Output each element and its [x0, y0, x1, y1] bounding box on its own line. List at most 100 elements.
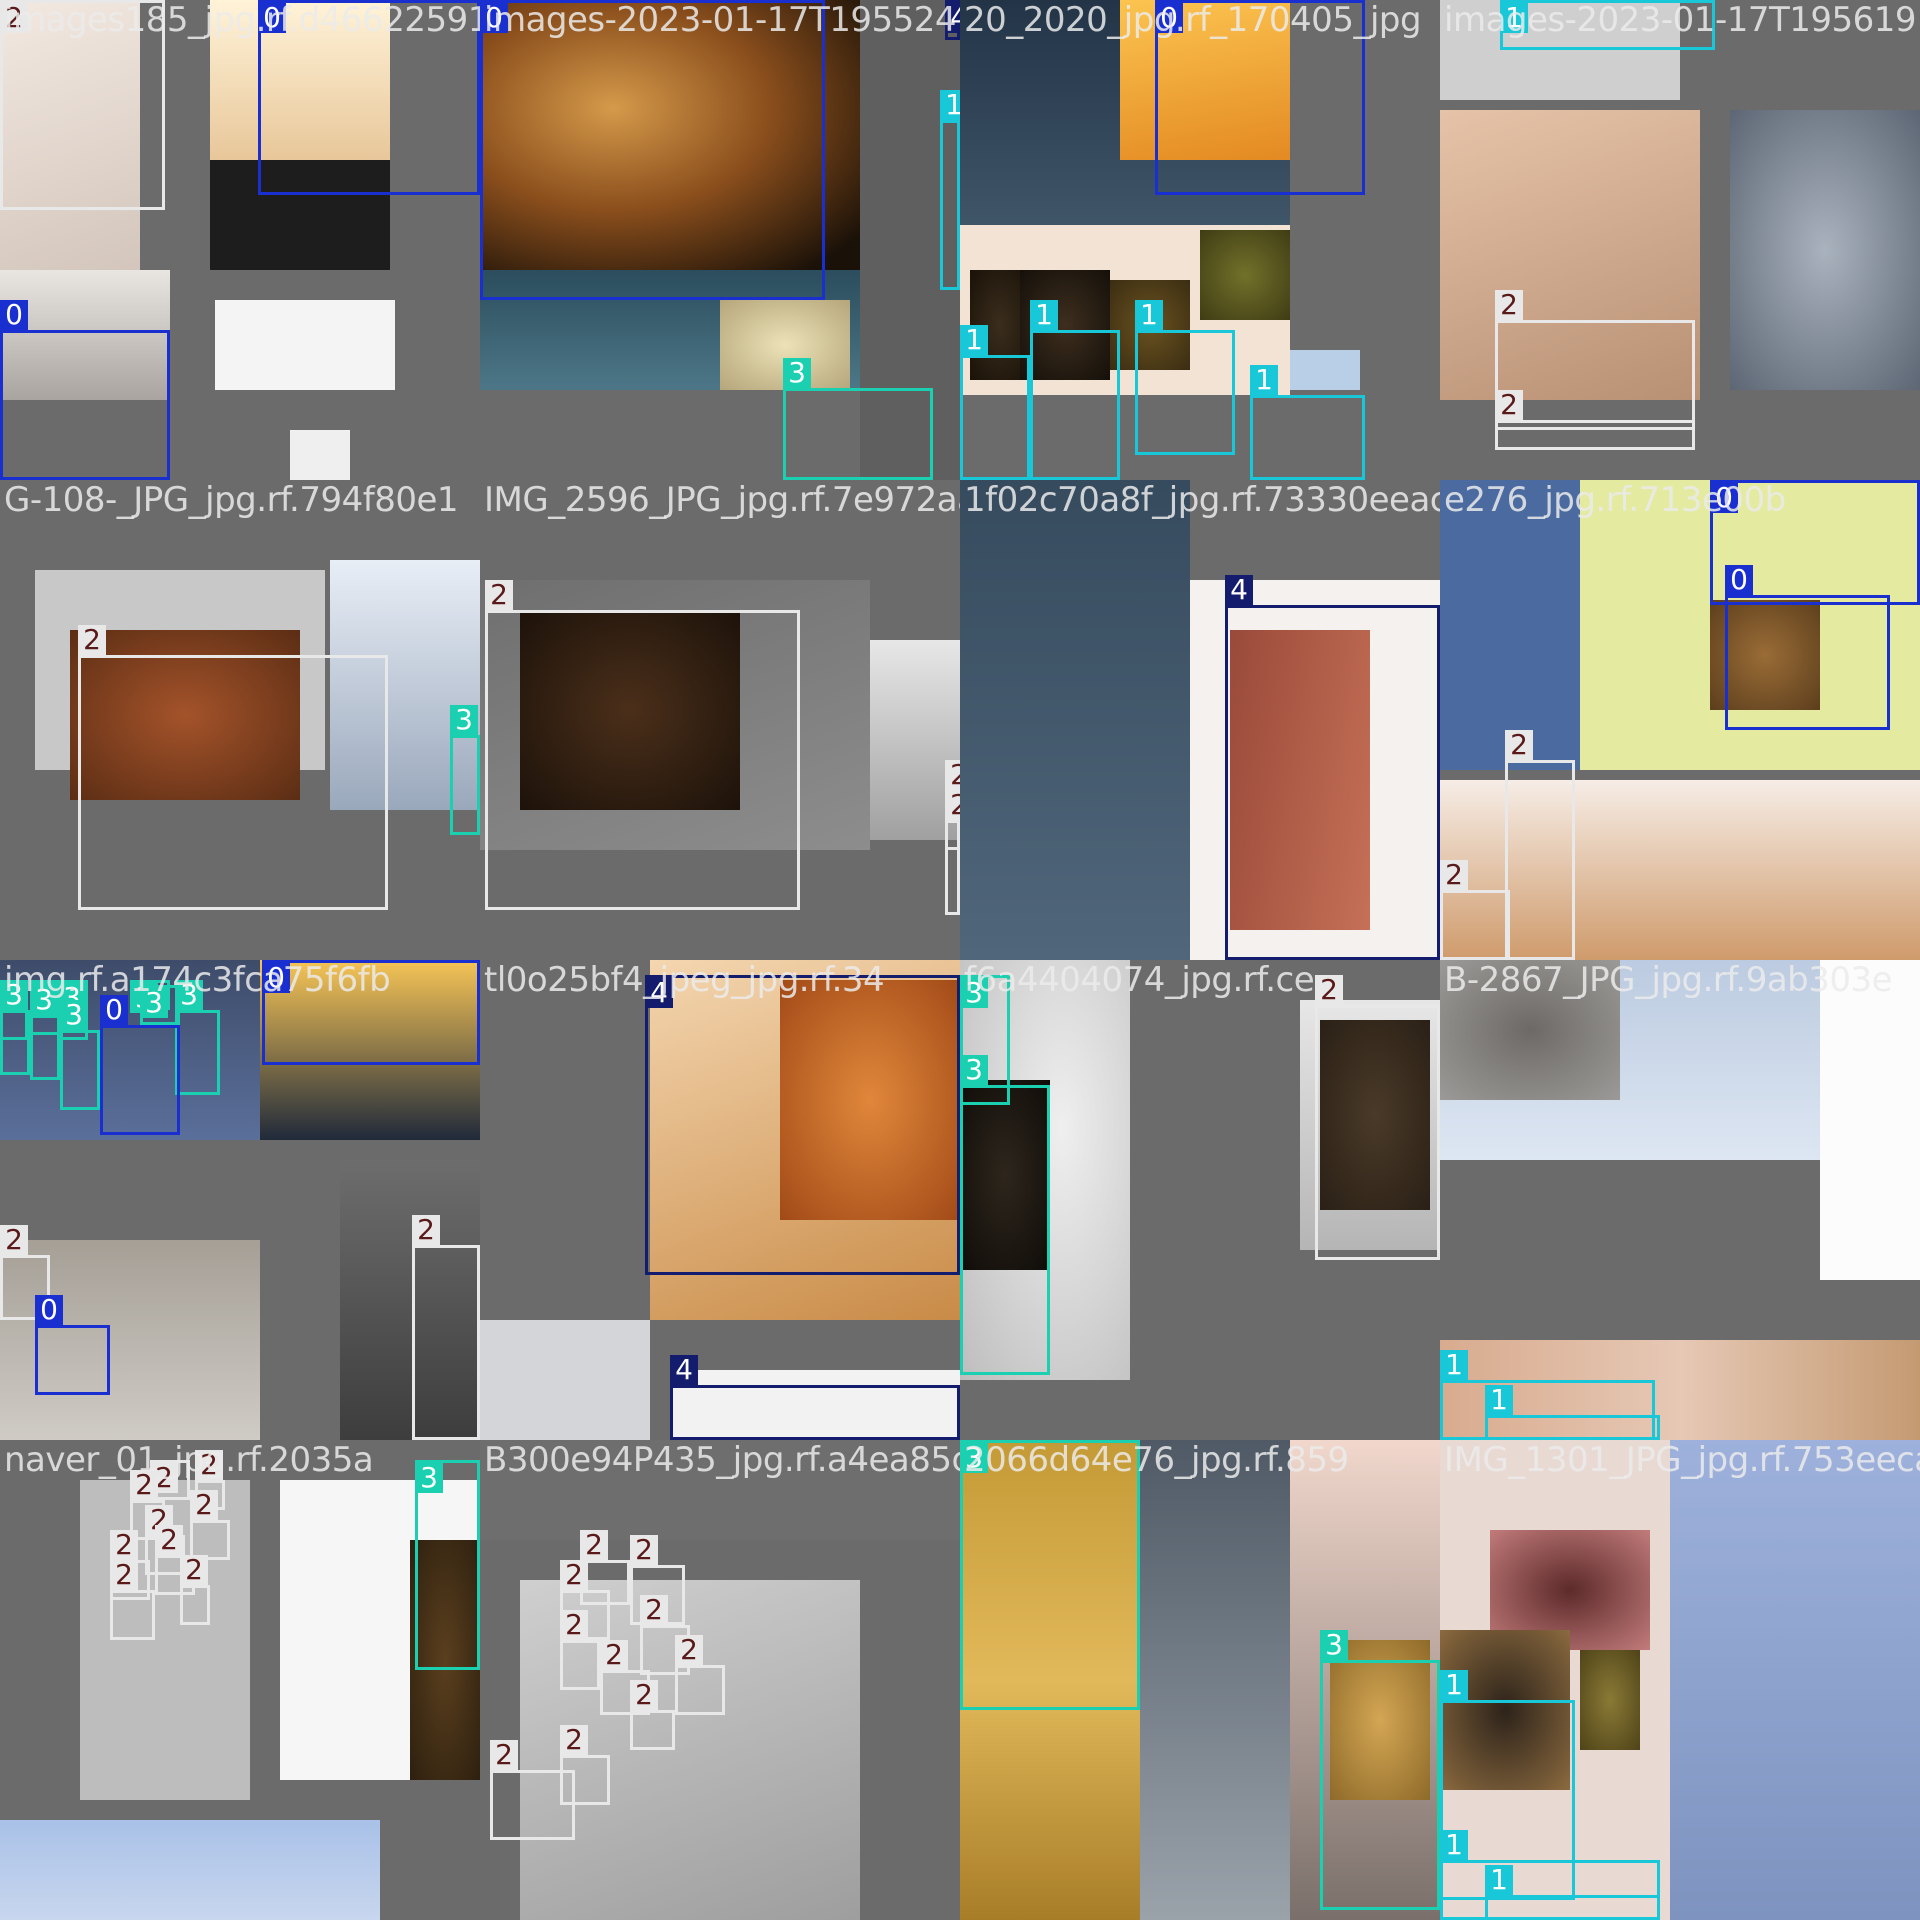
class-label: 0 [1725, 565, 1753, 595]
class-label: 1 [1485, 1385, 1513, 1415]
class-label: 2 [180, 1555, 208, 1585]
tile-filename: images-2023-01-17T195524 [484, 0, 957, 40]
class-label: 2 [1495, 290, 1523, 320]
bounding-box: 3 [60, 1000, 100, 1110]
class-label: 1 [960, 325, 988, 355]
bounding-box: 2 [630, 1680, 675, 1750]
image-patch [290, 430, 350, 480]
image-patch [1140, 1440, 1290, 1920]
tile-filename: tl0o25bf4_jpeg_jpg.rf.34 [484, 960, 885, 1000]
image-patch [960, 480, 1190, 960]
mosaic-tile: B-2867_JPG_jpg.rf.9ab303e 1 1 [1440, 960, 1920, 1440]
bounding-box: 2 [78, 625, 388, 910]
bounding-box: 1 [1250, 365, 1365, 480]
bounding-box: 2 [1495, 290, 1695, 430]
class-label: 2 [560, 1725, 588, 1755]
mosaic-tile: img.rf.a174c3fca75f6fb33333333300202 [0, 960, 480, 1440]
bounding-box: 0 [0, 300, 170, 480]
mosaic-tile: e276_jpg.rf.713e00b 0 0 2 2 [1440, 480, 1920, 960]
mosaic-tile: IMG_1301_JPG_jpg.rf.753eeca 1 1 1 [1440, 1440, 1920, 1920]
bounding-box: 2 [180, 1555, 210, 1625]
bounding-box: 3 [0, 980, 30, 1075]
bounding-box: 2 [1495, 390, 1695, 450]
class-label: 3 [1320, 1630, 1348, 1660]
bounding-box: 3 [783, 358, 933, 480]
tile-filename: naver_01_jpg.rf.2035a [4, 1440, 374, 1480]
tile-filename: img.rf.a174c3fca75f6fb [4, 960, 391, 1000]
class-label: 2 [0, 1225, 28, 1255]
bounding-box: 3 [175, 980, 220, 1095]
mosaic-tile: tl0o25bf4_jpeg_jpg.rf.34 4 4 [480, 960, 960, 1440]
bounding-box: 2 [945, 790, 960, 915]
image-patch [1440, 480, 1580, 770]
tile-filename: 2066d64e76_jpg.rf.859 [964, 1440, 1349, 1480]
class-label: 3 [450, 705, 478, 735]
image-patch [480, 1320, 650, 1440]
image-patch [1670, 1440, 1920, 1920]
mosaic-grid: images185_jpg.rf.d46622591 2 0 0 images-2023… [0, 0, 1920, 1920]
bounding-box: 3 [450, 705, 480, 835]
class-label: 2 [945, 790, 960, 820]
image-patch [0, 1820, 380, 1920]
class-label: 2 [490, 1740, 518, 1770]
mosaic-tile: images185_jpg.rf.d46622591 2 0 0 [0, 0, 480, 480]
bounding-box: 0 [1725, 565, 1890, 730]
class-label: 2 [945, 760, 960, 790]
class-label: 2 [560, 1610, 588, 1640]
class-label: 2 [110, 1530, 138, 1560]
tile-filename: IMG_2596_JPG_jpg.rf.7e972aa [484, 480, 960, 520]
bounding-box: 3 [30, 985, 60, 1080]
class-label: 2 [1440, 860, 1468, 890]
bounding-box: 4 [645, 975, 960, 1275]
class-label: 1 [1030, 300, 1058, 330]
bounding-box: 1 [940, 90, 960, 290]
bounding-box: 3 [1320, 1630, 1440, 1910]
bounding-box: 0 [100, 995, 180, 1135]
image-patch [1730, 110, 1920, 390]
bounding-box: 2 [560, 1610, 600, 1690]
bounding-box: 3 [960, 1055, 1050, 1375]
image-patch [1200, 230, 1290, 320]
bounding-box: 2 [110, 1560, 155, 1640]
class-label: 2 [630, 1535, 658, 1565]
class-label: 2 [1495, 390, 1523, 420]
class-label: 2 [1315, 975, 1343, 1005]
image-patch [1820, 960, 1920, 1280]
mosaic-tile: naver_01_jpg.rf.2035a 2 2 2 2 2 2 2 2 2 3 [0, 1440, 480, 1920]
class-label: 2 [1505, 730, 1533, 760]
image-patch [1290, 350, 1360, 390]
bounding-box: 3 [960, 1440, 1140, 1710]
mosaic-tile: G-108-_JPG_jpg.rf.794f80e1 2 3 [0, 480, 480, 960]
tile-filename: images185_jpg.rf.d46622591 [4, 0, 480, 40]
class-label: 4 [1225, 575, 1253, 605]
class-label: 1 [1250, 365, 1278, 395]
mosaic-tile: IMG_2596_JPG_jpg.rf.7e972aa 2 2 2 [480, 480, 960, 960]
bounding-box: 4 [670, 1355, 960, 1440]
bounding-box: 1 [1135, 300, 1235, 455]
class-label: 0 [0, 300, 28, 330]
class-label: 2 [675, 1635, 703, 1665]
class-label: 3 [960, 1055, 988, 1085]
tile-filename: 1f02c70a8f_jpg.rf.73330eeac4 [964, 480, 1440, 520]
tile-filename: IMG_1301_JPG_jpg.rf.753eeca [1444, 1440, 1920, 1480]
class-label: 3 [60, 1000, 88, 1030]
class-label: 1 [1135, 300, 1163, 330]
class-label: 2 [412, 1215, 440, 1245]
tile-filename: B300e94P435_jpg.rf.a4ea85d [484, 1440, 960, 1480]
class-label: 2 [78, 625, 106, 655]
tile-filename: G-108-_JPG_jpg.rf.794f80e1 [4, 480, 459, 520]
bounding-box: 1 [1030, 300, 1120, 480]
class-label: 4 [670, 1355, 698, 1385]
bounding-box: 0 [480, 0, 825, 300]
class-label: 0 [35, 1295, 63, 1325]
class-label: 2 [580, 1530, 608, 1560]
class-label: 1 [1440, 1670, 1468, 1700]
tile-filename: images-2023-01-17T195619 [1444, 0, 1917, 40]
bounding-box: 2 [490, 1740, 575, 1840]
bounding-box: 2 [485, 580, 800, 910]
bounding-box: 1 [1485, 1385, 1660, 1440]
class-label: 2 [600, 1640, 628, 1670]
bounding-box: 3 [415, 1460, 480, 1670]
bounding-box: 4 [1225, 575, 1440, 960]
mosaic-tile: 1f02c70a8f_jpg.rf.73330eeac4 4 [960, 480, 1440, 960]
